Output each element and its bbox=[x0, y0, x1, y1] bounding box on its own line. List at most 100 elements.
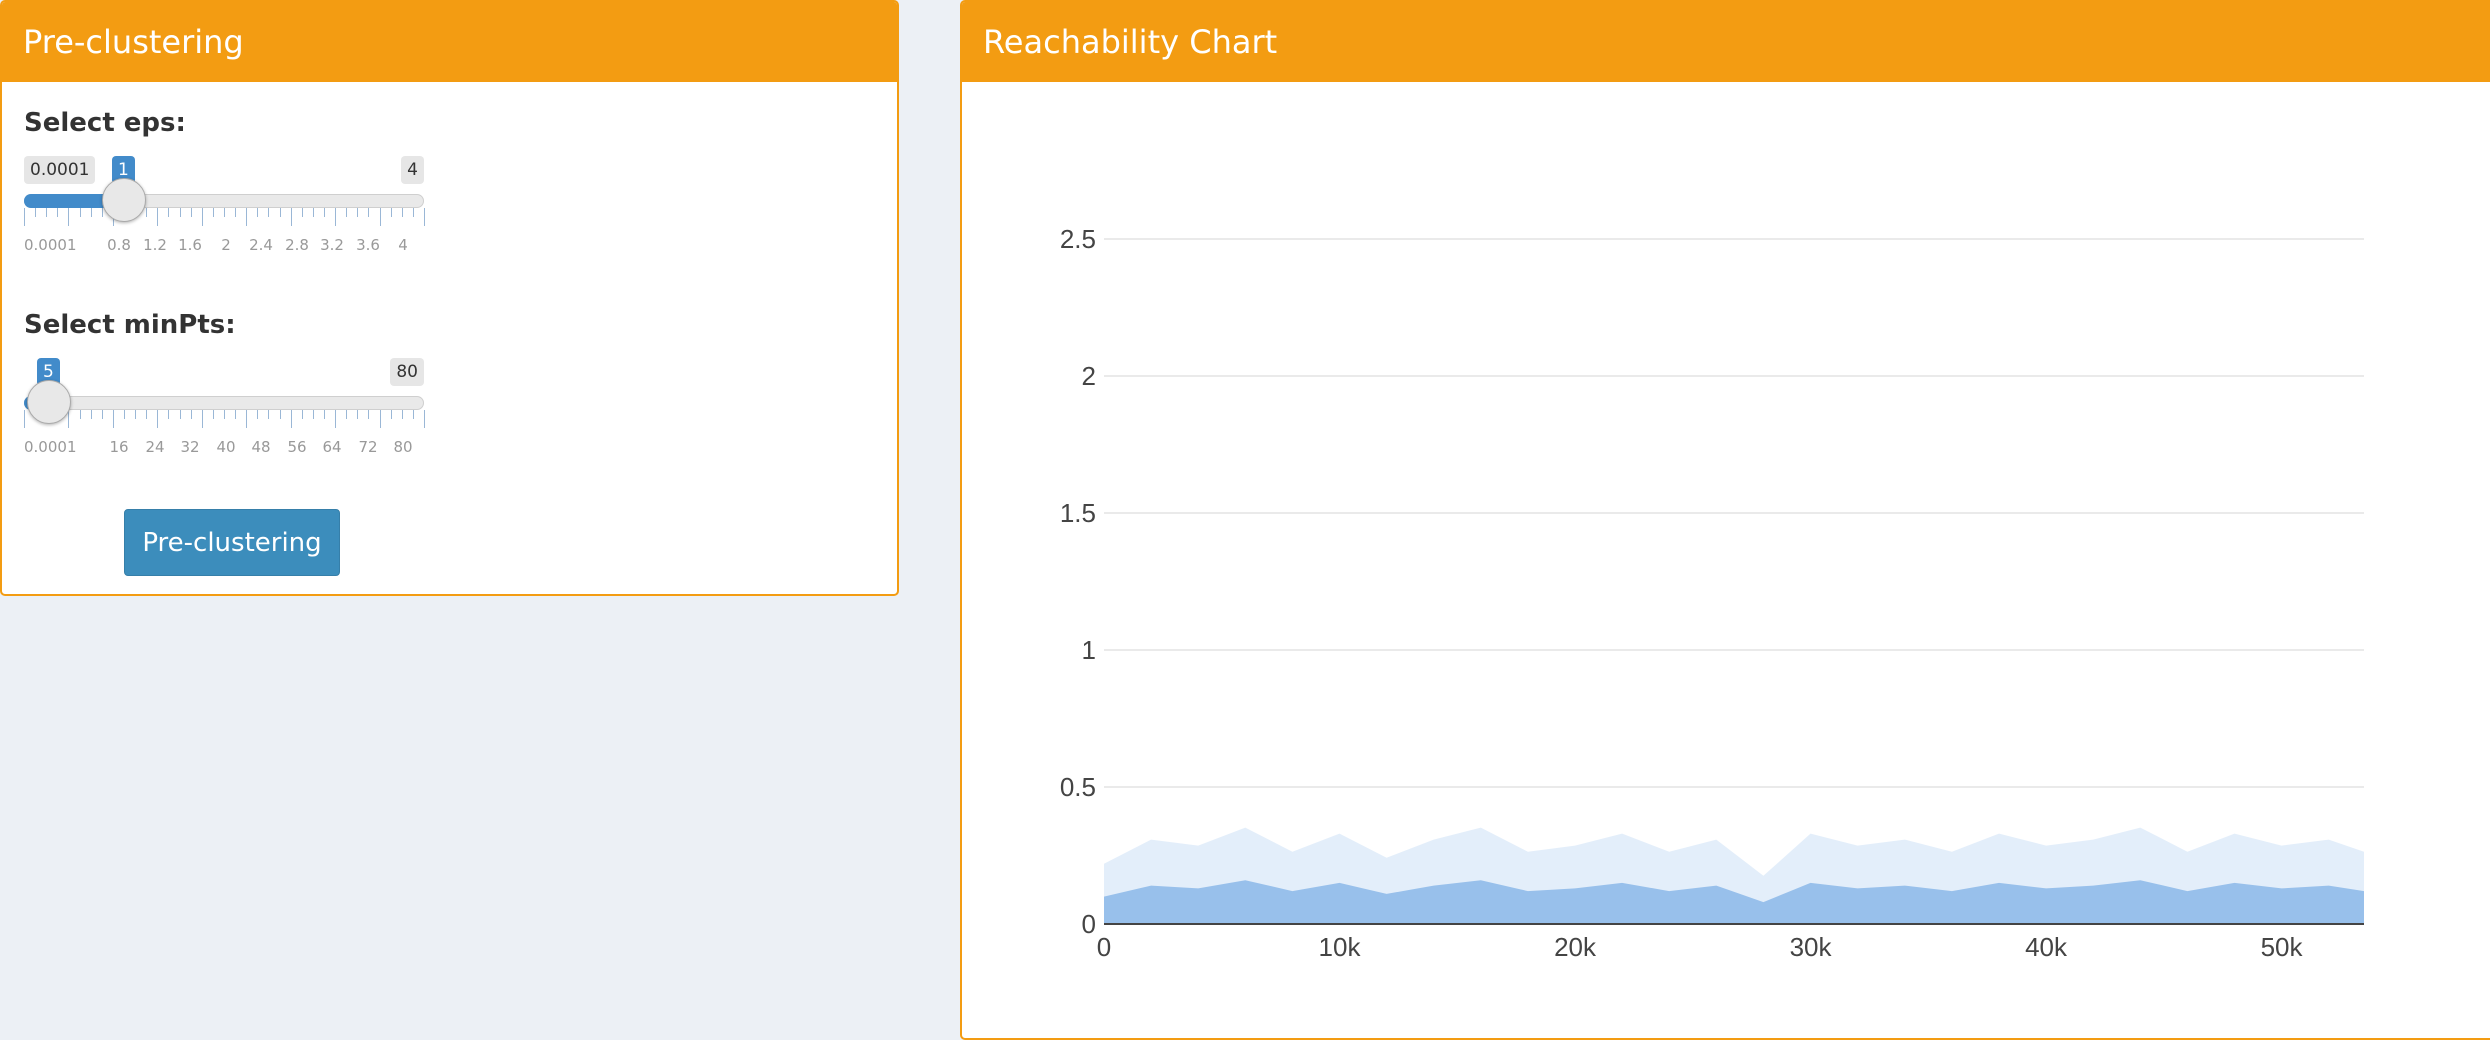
tick-label: 2 bbox=[221, 236, 231, 254]
tick-label: 0.0001 bbox=[24, 236, 77, 254]
eps-ticks bbox=[24, 208, 425, 230]
tick-mark bbox=[246, 208, 247, 226]
tick-mark bbox=[324, 208, 325, 217]
y-tick-label: 0.5 bbox=[1060, 772, 1096, 802]
panel-title: Reachability Chart bbox=[962, 2, 2490, 82]
tick-mark bbox=[91, 208, 92, 217]
tick-mark bbox=[402, 410, 403, 419]
tick-label: 40 bbox=[216, 438, 236, 456]
tick-label: 72 bbox=[358, 438, 378, 456]
minpts-track[interactable] bbox=[24, 396, 424, 410]
tick-label: 2.8 bbox=[285, 236, 309, 254]
reachability-area-spikes bbox=[1104, 827, 2364, 924]
tick-label: 0.8 bbox=[107, 236, 131, 254]
tick-mark bbox=[191, 410, 192, 419]
reachability-chart: 0 0.5 1 1.5 2 2.5 0 10k 20k 30k 40k 50k bbox=[1060, 224, 2364, 962]
x-tick-label: 20k bbox=[1554, 932, 1597, 962]
eps-label: Select eps: bbox=[24, 108, 186, 138]
tick-mark bbox=[157, 208, 158, 226]
tick-mark bbox=[391, 208, 392, 217]
tick-mark bbox=[424, 410, 425, 428]
tick-mark bbox=[313, 410, 314, 419]
tick-mark bbox=[113, 410, 114, 428]
tick-mark bbox=[135, 410, 136, 419]
tick-mark bbox=[246, 410, 247, 428]
tick-mark bbox=[168, 208, 169, 217]
tick-mark bbox=[368, 208, 369, 217]
tick-mark bbox=[102, 208, 103, 217]
tick-mark bbox=[268, 208, 269, 217]
tick-label: 0.0001 bbox=[24, 438, 77, 456]
tick-mark bbox=[257, 410, 258, 419]
tick-mark bbox=[146, 208, 147, 217]
tick-label: 3.6 bbox=[356, 236, 380, 254]
tick-mark bbox=[368, 410, 369, 419]
tick-mark bbox=[302, 410, 303, 419]
minpts-ticks bbox=[24, 410, 425, 432]
tick-mark bbox=[413, 208, 414, 217]
tick-mark bbox=[402, 208, 403, 217]
eps-slider-handle[interactable] bbox=[102, 178, 146, 222]
tick-label: 32 bbox=[180, 438, 200, 456]
eps-max-badge: 4 bbox=[401, 156, 424, 184]
minpts-max-badge: 80 bbox=[390, 358, 424, 386]
tick-label: 16 bbox=[109, 438, 129, 456]
minpts-slider-handle[interactable] bbox=[27, 380, 71, 424]
eps-slider[interactable]: 0.0001 4 1 0.0001 0.8 1.2 1.6 2 2.4 2.8 3.2 3.6 4 bbox=[24, 156, 425, 266]
tick-mark bbox=[313, 208, 314, 217]
tick-label: 1.2 bbox=[143, 236, 167, 254]
tick-mark bbox=[291, 410, 292, 428]
y-tick-label: 1.5 bbox=[1060, 498, 1096, 528]
pre-clustering-button[interactable]: Pre-clustering bbox=[124, 509, 340, 576]
tick-mark bbox=[46, 208, 47, 217]
tick-mark bbox=[235, 410, 236, 419]
minpts-slider[interactable]: 80 5 0.0001 16 24 32 40 48 56 64 72 80 bbox=[24, 358, 425, 468]
x-tick-label: 10k bbox=[1319, 932, 1362, 962]
tick-mark bbox=[280, 208, 281, 217]
tick-mark bbox=[202, 410, 203, 428]
tick-mark bbox=[24, 410, 25, 428]
tick-mark bbox=[213, 208, 214, 217]
reachability-chart-panel: Reachability Chart 0 0.5 1 1.5 2 2.5 0 10k 20k 30… bbox=[960, 0, 2490, 1040]
tick-label: 48 bbox=[251, 438, 271, 456]
tick-mark bbox=[224, 208, 225, 217]
tick-mark bbox=[291, 208, 292, 226]
tick-mark bbox=[424, 208, 425, 226]
tick-mark bbox=[391, 410, 392, 419]
tick-mark bbox=[68, 208, 69, 226]
tick-label: 80 bbox=[393, 438, 413, 456]
tick-label: 56 bbox=[287, 438, 307, 456]
tick-label: 1.6 bbox=[178, 236, 202, 254]
tick-mark bbox=[202, 208, 203, 226]
tick-mark bbox=[346, 208, 347, 217]
pre-clustering-panel: Pre-clustering Select eps: 0.0001 4 1 0.… bbox=[0, 0, 899, 596]
y-tick-label: 2.5 bbox=[1060, 224, 1096, 254]
x-tick-label: 0 bbox=[1097, 932, 1111, 962]
tick-mark bbox=[357, 208, 358, 217]
tick-mark bbox=[257, 208, 258, 217]
tick-mark bbox=[357, 410, 358, 419]
panel-title: Pre-clustering bbox=[2, 2, 897, 82]
tick-mark bbox=[146, 410, 147, 419]
tick-mark bbox=[35, 208, 36, 217]
tick-mark bbox=[335, 410, 336, 428]
y-tick-label: 2 bbox=[1082, 361, 1096, 391]
y-tick-label: 1 bbox=[1082, 635, 1096, 665]
x-tick-label: 40k bbox=[2025, 932, 2068, 962]
tick-label: 4 bbox=[398, 236, 408, 254]
tick-mark bbox=[191, 208, 192, 217]
tick-mark bbox=[57, 208, 58, 217]
tick-mark bbox=[168, 410, 169, 419]
tick-mark bbox=[346, 410, 347, 419]
tick-mark bbox=[180, 208, 181, 217]
tick-mark bbox=[324, 410, 325, 419]
tick-mark bbox=[180, 410, 181, 419]
tick-mark bbox=[302, 208, 303, 217]
tick-mark bbox=[280, 410, 281, 419]
tick-mark bbox=[124, 410, 125, 419]
tick-mark bbox=[380, 208, 381, 226]
tick-mark bbox=[224, 410, 225, 419]
tick-mark bbox=[268, 410, 269, 419]
minpts-label: Select minPts: bbox=[24, 310, 236, 340]
tick-label: 3.2 bbox=[320, 236, 344, 254]
